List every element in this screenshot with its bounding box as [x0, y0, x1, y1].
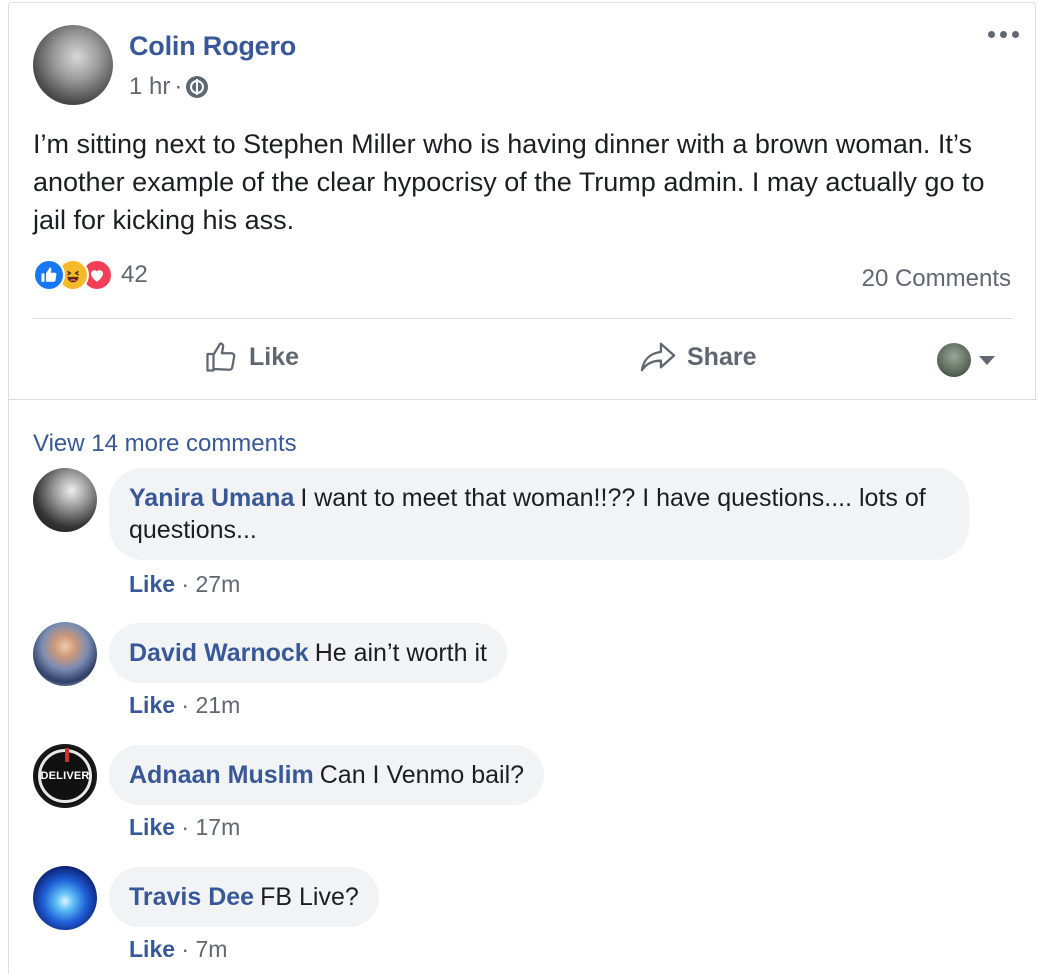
comment-text: Can I Venmo bail? — [319, 761, 525, 789]
like-button[interactable]: Like — [203, 339, 299, 375]
comment-time[interactable]: 7m — [195, 936, 227, 962]
chevron-down-icon — [979, 355, 995, 365]
post-text: I’m sitting next to Stephen Miller who i… — [33, 129, 985, 235]
comment-bubble: Adnaan Muslim Can I Venmo bail? — [109, 745, 545, 805]
comment-like-button[interactable]: Like — [129, 571, 175, 597]
meta-separator: · — [181, 692, 190, 718]
meta-separator: · — [181, 936, 190, 962]
author-avatar[interactable] — [33, 25, 113, 105]
commenter-name[interactable]: Yanira Umana — [129, 484, 294, 512]
comment-meta: Like · 27m — [129, 571, 240, 598]
comment-time[interactable]: 17m — [195, 814, 240, 840]
commenter-name[interactable]: Adnaan Muslim — [129, 761, 314, 789]
like-reaction-icon — [33, 259, 65, 291]
comment-like-button[interactable]: Like — [129, 814, 175, 840]
comment-time[interactable]: 27m — [195, 571, 240, 597]
commenter-avatar[interactable] — [33, 468, 97, 532]
share-arrow-icon — [640, 342, 676, 372]
reaction-count: 42 — [121, 261, 148, 288]
commenter-avatar[interactable] — [33, 622, 97, 686]
share-button[interactable]: Share — [639, 339, 756, 375]
comments-count-link[interactable]: 20 Comments — [862, 265, 1011, 293]
thumbs-up-icon — [206, 342, 236, 372]
logo-bar — [65, 748, 69, 762]
view-more-comments-link[interactable]: View 14 more comments — [33, 430, 297, 458]
comment-bubble: Travis Dee FB Live? — [109, 867, 379, 927]
logo-text: DELIVER — [40, 770, 90, 782]
more-options-icon[interactable] — [988, 31, 1019, 38]
commenter-avatar[interactable]: DELIVER — [33, 744, 97, 808]
share-button-label: Share — [687, 342, 757, 371]
current-user-avatar — [937, 343, 971, 377]
comment-text: He ain’t worth it — [314, 639, 487, 667]
globe-icon[interactable] — [186, 76, 209, 98]
comment-meta: Like · 17m — [129, 814, 240, 841]
comment-bubble: David Warnock He ain’t worth it — [109, 623, 507, 683]
comment-time[interactable]: 21m — [195, 692, 240, 718]
reactions-summary[interactable]: 42 — [33, 259, 148, 291]
meta-separator: · — [181, 814, 190, 840]
comment-meta: Like · 7m — [129, 936, 227, 963]
meta-separator: · — [181, 571, 190, 597]
comment-meta: Like · 21m — [129, 692, 240, 719]
comments-section: View 14 more comments Yanira Umana I want… — [9, 399, 1037, 974]
commenter-name[interactable]: Travis Dee — [129, 883, 254, 911]
comment-text: FB Live? — [260, 883, 359, 911]
commenter-name[interactable]: David Warnock — [129, 639, 309, 667]
deliver-logo: DELIVER — [38, 748, 92, 803]
post-card: Colin Rogero 1 hr · I’m sitting next to … — [8, 2, 1037, 974]
post-as-selector[interactable] — [937, 343, 995, 377]
comment-bubble: Yanira Umana I want to meet that woman!!?… — [109, 468, 969, 560]
comment-like-button[interactable]: Like — [129, 936, 175, 962]
like-button-label: Like — [249, 342, 300, 371]
meta-separator: · — [174, 73, 183, 100]
commenter-avatar[interactable] — [33, 866, 97, 930]
comment-like-button[interactable]: Like — [129, 692, 175, 718]
post-time[interactable]: 1 hr — [129, 73, 170, 101]
divider — [33, 318, 1013, 319]
post-meta: 1 hr · — [129, 73, 209, 101]
author-name[interactable]: Colin Rogero — [129, 31, 296, 62]
